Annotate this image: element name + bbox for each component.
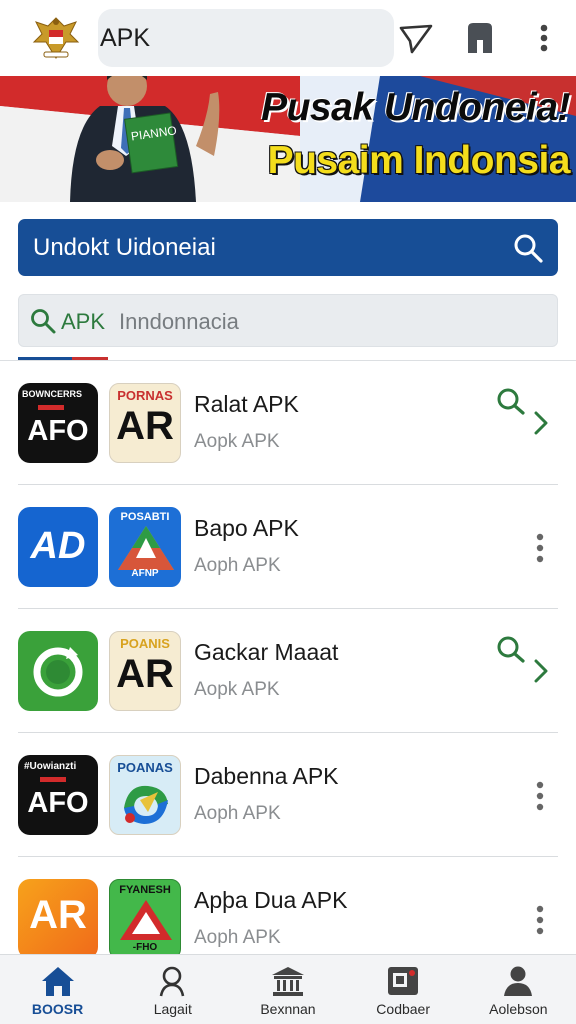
icon-stripe xyxy=(40,777,66,782)
bank-icon xyxy=(271,967,304,996)
app-icon-label: AD xyxy=(30,525,86,567)
app-subtitle: Aoph APK xyxy=(194,927,281,948)
promo-banner[interactable]: PIANNO Pusak Undoneia! Pusaim Indonsia xyxy=(0,76,576,202)
triangle-logo-icon xyxy=(118,526,174,570)
app-icon-primary[interactable] xyxy=(18,631,98,711)
search-icon xyxy=(31,309,56,334)
search-chevron-icon[interactable] xyxy=(494,633,554,683)
app-icon-secondary[interactable]: PORNAS AR xyxy=(109,383,181,463)
ring-logo-icon xyxy=(33,647,83,697)
app-icon-caption: PORNAS xyxy=(117,388,173,403)
app-icon-primary[interactable]: AR xyxy=(18,879,98,959)
app-icon-caption: AFNP xyxy=(131,568,159,579)
nav-label: Aolebson xyxy=(489,1001,548,1017)
app-icon-label: AFO xyxy=(27,415,89,447)
primary-search-bar[interactable]: Undokt Uidoneiai xyxy=(18,219,558,276)
app-icon-caption: #Uowianzti xyxy=(24,761,77,772)
list-item[interactable]: POANIS AR Gackar Maaat Aopk APK xyxy=(0,609,576,733)
nav-search-person[interactable]: Lagait xyxy=(115,955,230,1024)
more-vertical-icon[interactable] xyxy=(530,903,550,937)
app-icon-primary[interactable]: AD xyxy=(18,507,98,587)
nav-home[interactable]: BOOSR xyxy=(0,955,115,1024)
app-icon-label: AR xyxy=(29,893,87,937)
banner-line-2: Pusaim Indonsia xyxy=(267,139,571,182)
nav-label: BOOSR xyxy=(31,1001,84,1017)
app-icon-caption: POANIS xyxy=(120,636,170,651)
app-title[interactable]: Bapo APK xyxy=(194,515,299,542)
app-icon-secondary[interactable]: POANAS xyxy=(109,755,181,835)
app-icon-primary[interactable]: BOWNCERRS AFO xyxy=(18,383,98,463)
search-placeholder: Inndonnacia xyxy=(119,309,239,334)
app-icon-caption: BOWNCERRS xyxy=(22,389,82,399)
app-title[interactable]: Ralat APK xyxy=(194,391,299,418)
search-chip: APK xyxy=(61,309,106,334)
app-icon-caption: FYANESH xyxy=(119,884,171,896)
app-icon-caption: POSABTI xyxy=(120,511,170,523)
app-subtitle: Aoph APK xyxy=(194,555,281,576)
app-icon-label: AR xyxy=(116,652,174,696)
app-icon-secondary[interactable]: POSABTI AFNP xyxy=(109,507,181,587)
app-title[interactable]: Gackar Maaat xyxy=(194,639,338,666)
more-vertical-icon[interactable] xyxy=(530,779,550,813)
address-text: APK xyxy=(100,24,151,52)
list-item[interactable]: BOWNCERRS AFO PORNAS AR Ralat APK Aopk A… xyxy=(0,361,576,485)
filter-icon[interactable] xyxy=(398,20,434,56)
app-title[interactable]: Apþa Dua APK xyxy=(194,887,347,914)
app-icon-secondary[interactable]: POANIS AR xyxy=(109,631,181,711)
app-icon-label: AR xyxy=(116,404,174,448)
nav-scanner[interactable]: Codbaer xyxy=(346,955,461,1024)
top-bar: APK xyxy=(0,0,576,76)
person-search-icon xyxy=(159,966,185,997)
banner-headline: Pusak Undoneia! Pusaim Indonsia xyxy=(246,82,570,188)
search-icon[interactable] xyxy=(512,232,544,264)
app-icon-label: AFO xyxy=(27,787,89,819)
app-title[interactable]: Dabenna APK xyxy=(194,763,339,790)
nav-profile[interactable]: Aolebson xyxy=(461,955,576,1024)
more-vertical-icon[interactable] xyxy=(530,531,550,565)
nav-label: Bexnnan xyxy=(260,1001,316,1017)
app-subtitle: Aopk APK xyxy=(194,431,280,452)
secondary-search-input[interactable]: APK Inndonnacia xyxy=(18,294,558,347)
triangle-logo-icon xyxy=(120,900,172,940)
home-icon xyxy=(41,967,74,996)
nav-label: Codbaer xyxy=(376,1001,430,1017)
profile-icon xyxy=(504,966,533,996)
nav-label: Lagait xyxy=(153,1001,192,1017)
bottom-navigation: BOOSR Lagait Bexnnan Codbaer Aolebson xyxy=(0,954,576,1024)
banner-line-1: Pusak Undoneia! xyxy=(261,86,570,129)
nav-bank[interactable]: Bexnnan xyxy=(230,955,345,1024)
list-item[interactable]: AD POSABTI AFNP Bapo APK Aoph APK xyxy=(0,485,576,609)
garuda-emblem-icon[interactable] xyxy=(30,12,82,64)
swirl-logo-icon xyxy=(124,785,168,824)
more-vertical-icon[interactable] xyxy=(526,20,562,56)
search-chevron-icon[interactable] xyxy=(494,385,554,435)
icon-stripe xyxy=(38,405,64,410)
app-subtitle: Aoph APK xyxy=(194,803,281,824)
app-subtitle: Aopk APK xyxy=(194,679,280,700)
app-icon-secondary[interactable]: FYANESH -FHO xyxy=(109,879,181,959)
app-icon-caption: POANAS xyxy=(117,760,173,775)
scanner-icon xyxy=(388,967,419,995)
app-icon-primary[interactable]: #Uowianzti AFO xyxy=(18,755,98,835)
primary-search-text: Undokt Uidoneiai xyxy=(33,234,216,261)
bookmark-icon[interactable] xyxy=(462,20,498,56)
address-bar[interactable]: APK xyxy=(98,9,394,67)
list-item[interactable]: #Uowianzti AFO POANAS Dabenna APK Aoph A… xyxy=(0,733,576,857)
app-icon-caption: -FHO xyxy=(132,942,158,953)
